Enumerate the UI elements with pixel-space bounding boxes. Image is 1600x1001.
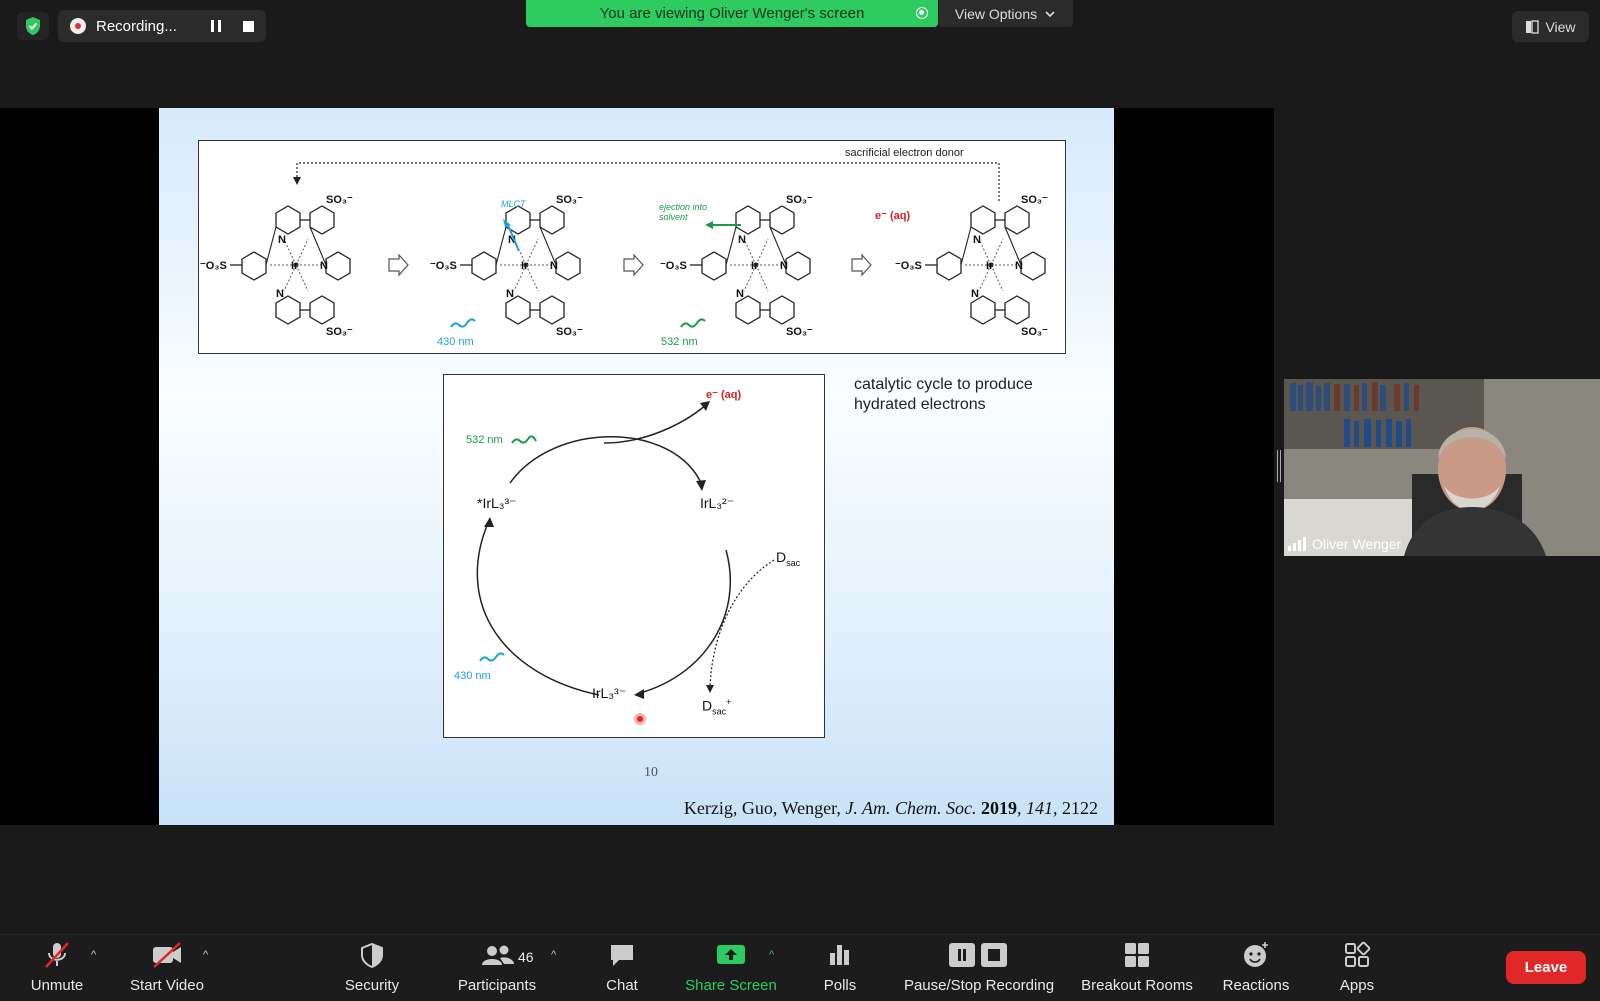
ground-state-label: IrL₃³⁻ xyxy=(592,685,627,701)
mlct-label: MLCT xyxy=(501,199,526,209)
scheme-drawing: Ir N N N SO₃⁻ SO₃⁻ ⁻O₃S xyxy=(199,162,1049,339)
participants-caret-icon[interactable]: ^ xyxy=(551,949,556,961)
banner-text: You are viewing Oliver Wenger's screen xyxy=(599,5,865,22)
pause-stop-icon xyxy=(949,943,1007,967)
share-screen-icon xyxy=(717,945,745,964)
reactions-button[interactable]: Reactions xyxy=(1218,935,1294,1001)
screen-share-banner: You are viewing Oliver Wenger's screen xyxy=(526,0,938,27)
breakout-rooms-label: Breakout Rooms xyxy=(1081,977,1193,994)
donor-sub: sac xyxy=(786,557,801,568)
caption-line-1: catalytic cycle to produce xyxy=(854,376,1033,393)
cycle-532nm-label: 532 nm xyxy=(466,434,503,446)
caption-line-2: hydrated electrons xyxy=(854,396,986,413)
catalytic-cycle-diagram: e⁻ (aq) 532 nm 430 nm *IrL₃³⁻ IrL₃²⁻ IrL… xyxy=(443,374,825,738)
polls-label: Polls xyxy=(823,977,857,994)
recording-indicator: Recording... xyxy=(58,10,266,42)
citation: Kerzig, Guo, Wenger, J. Am. Chem. Soc. 2… xyxy=(683,798,1098,818)
slide-page-number: 10 xyxy=(644,765,658,780)
apps-label: Apps xyxy=(1339,977,1375,994)
layout-icon xyxy=(1526,19,1540,34)
pause-stop-recording-button[interactable]: Pause/Stop Recording xyxy=(900,935,1058,1001)
pause-recording-icon[interactable] xyxy=(211,20,221,32)
scheme-430nm-label: 430 nm xyxy=(437,336,474,348)
citation-journal: J. Am. Chem. Soc. xyxy=(845,798,977,818)
cycle-430nm-label: 430 nm xyxy=(454,670,491,682)
citation-pages: , 2122 xyxy=(1053,798,1098,818)
stop-recording-icon[interactable] xyxy=(243,20,254,32)
citation-volume: 141 xyxy=(1026,798,1053,818)
share-screen-label: Share Screen xyxy=(685,977,777,994)
oxidized-donor-sup: + xyxy=(726,697,732,707)
video-options-caret-icon[interactable]: ^ xyxy=(203,949,208,961)
chat-bubble-icon xyxy=(611,945,633,966)
meeting-toolbar: Unmute ^ Start Video ^ Security 46 Parti… xyxy=(0,934,1600,1001)
citation-authors: Kerzig, Guo, Wenger, xyxy=(683,798,841,818)
view-options-button[interactable]: View Options xyxy=(939,0,1073,27)
chevron-down-icon xyxy=(1045,10,1055,17)
view-options-label: View Options xyxy=(954,5,1038,22)
polls-button[interactable]: Polls xyxy=(818,935,862,1001)
share-screen-button[interactable]: Share Screen xyxy=(682,935,780,1001)
ejection-label: ejection into solvent xyxy=(659,202,708,222)
unmute-label: Unmute xyxy=(30,977,84,994)
recording-label: Recording... xyxy=(96,17,177,35)
breakout-rooms-grid-icon xyxy=(1125,943,1149,967)
pause-stop-label: Pause/Stop Recording xyxy=(903,977,1055,994)
reactions-smiley-icon xyxy=(1244,942,1268,967)
chat-label: Chat xyxy=(606,977,638,994)
photochemistry-scheme: Ir N N N SO₃⁻ SO₃⁻ ⁻O₃S xyxy=(198,140,1066,354)
oxidized-donor-label: Dsac+ xyxy=(702,697,731,716)
unmute-button[interactable]: Unmute xyxy=(22,935,92,1001)
microphone-muted-icon xyxy=(45,942,69,968)
breakout-rooms-button[interactable]: Breakout Rooms xyxy=(1078,935,1196,1001)
leave-button[interactable]: Leave xyxy=(1506,951,1586,984)
oxidized-state-label: IrL₃²⁻ xyxy=(700,495,735,511)
record-dot-icon xyxy=(70,18,86,34)
apps-icon xyxy=(1345,941,1371,967)
oxidized-donor-sub: sac xyxy=(712,706,727,717)
participant-name-tag: Oliver Wenger xyxy=(1288,536,1401,552)
donor-text: D xyxy=(776,549,787,565)
cycle-drawing xyxy=(476,401,775,725)
reactions-label: Reactions xyxy=(1222,977,1290,994)
audio-options-caret-icon[interactable]: ^ xyxy=(91,949,96,961)
participant-count: 46 xyxy=(518,949,534,965)
signal-strength-icon xyxy=(1288,537,1306,551)
scheme-532nm-label: 532 nm xyxy=(661,336,698,348)
security-button[interactable]: Security xyxy=(340,935,404,1001)
share-options-caret-icon[interactable]: ^ xyxy=(769,949,774,961)
excited-state-label: *IrL₃³⁻ xyxy=(477,495,517,511)
start-video-label: Start Video xyxy=(130,977,204,994)
security-label: Security xyxy=(344,977,400,994)
start-video-button[interactable]: Start Video xyxy=(125,935,209,1001)
view-label: View xyxy=(1545,18,1576,35)
sacrificial-donor-label: sacrificial electron donor xyxy=(845,147,964,159)
view-button[interactable]: View xyxy=(1512,11,1589,42)
cycle-e-aq-label: e⁻ (aq) xyxy=(706,389,742,401)
participants-button[interactable]: 46 Participants xyxy=(450,935,544,1001)
participants-label: Participants xyxy=(457,977,537,994)
participant-name: Oliver Wenger xyxy=(1312,536,1402,552)
security-shield-icon[interactable] xyxy=(17,12,49,40)
sharing-dot-icon xyxy=(916,7,928,19)
video-frame xyxy=(1284,379,1600,556)
participant-video[interactable]: Oliver Wenger xyxy=(1284,379,1600,556)
scheme-e-aq-label: e⁻ (aq) xyxy=(875,210,911,222)
slide-caption: catalytic cycle to produce hydrated elec… xyxy=(854,375,1033,415)
presentation-slide: Ir N N N SO₃⁻ SO₃⁻ ⁻O₃S xyxy=(159,108,1114,825)
oxidized-donor-text: D xyxy=(702,697,713,714)
chat-button[interactable]: Chat xyxy=(600,935,644,1001)
apps-button[interactable]: Apps xyxy=(1335,935,1379,1001)
polls-bar-chart-icon xyxy=(830,945,849,965)
donor-label: Dsac xyxy=(776,549,800,568)
video-camera-off-icon xyxy=(153,942,181,968)
security-shield-toolbar-icon xyxy=(361,942,383,969)
panel-resize-handle[interactable] xyxy=(1277,450,1281,482)
citation-year: 2019 xyxy=(981,798,1017,818)
participants-icon xyxy=(482,945,514,965)
